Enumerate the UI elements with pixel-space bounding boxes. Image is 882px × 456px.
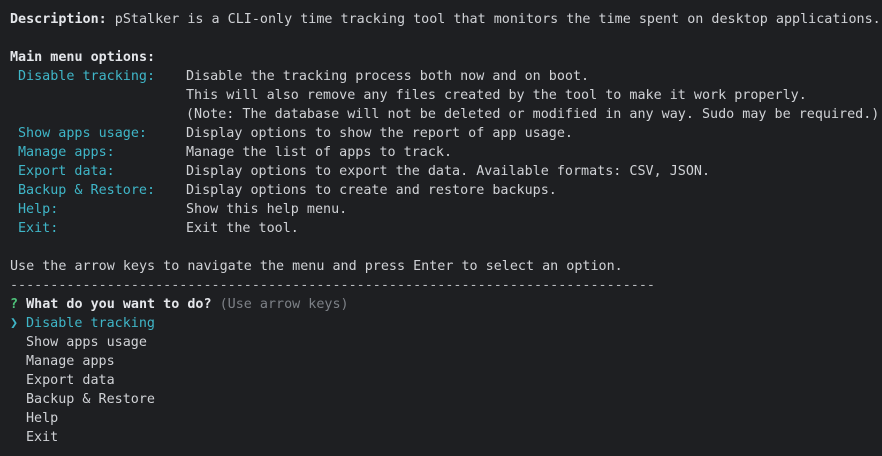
choice-export-data[interactable]: Export data [10,371,882,390]
menu-help-row-help: Help: Show this help menu. [10,200,882,219]
menu-help-option-name: Export data: [18,164,115,179]
menu-help-desc-note: (Note: The database will not be deleted … [186,107,880,122]
selection-pointer-icon: ❯ [10,316,19,331]
menu-help-row-export-data: Export data: Display options to export th… [10,162,882,181]
choice-manage-apps[interactable]: Manage apps [10,352,882,371]
description-label: Description: [10,12,107,27]
menu-help-row-manage-apps: Manage apps: Manage the list of apps to t… [10,143,882,162]
menu-help-option-desc: Show this help menu. [186,202,348,217]
menu-help-row-show-apps-usage: Show apps usage: Display options to show … [10,124,882,143]
prompt-line: ? What do you want to do? (Use arrow key… [10,295,882,314]
menu-help-option-name: Manage apps: [18,145,115,160]
menu-help-option-name: Disable tracking: [18,69,156,84]
choice-show-apps-usage[interactable]: Show apps usage [10,333,882,352]
menu-help-row-backup-restore: Backup & Restore: Display options to crea… [10,181,882,200]
main-menu-heading: Main menu options: [10,50,156,65]
choice-label: Disable tracking [26,316,155,331]
prompt-question-mark: ? [10,297,19,312]
menu-help-option-desc: Display options to create and restore ba… [186,183,557,198]
menu-help-option-name: Exit: [18,221,59,236]
menu-help-option-name: Help: [18,202,59,217]
menu-help-option-desc: Exit the tool. [186,221,299,236]
menu-help-option-desc: Disable the tracking process both now an… [186,69,590,84]
separator-line: ----------------------------------------… [10,278,655,293]
menu-help-row-disable-tracking: Disable tracking: Disable the tracking pr… [10,67,882,86]
menu-help-option-desc: Manage the list of apps to track. [186,145,453,160]
prompt-hint: (Use arrow keys) [219,297,349,312]
menu-help-option-desc: Display options to show the report of ap… [186,126,573,141]
menu-help-row-exit: Exit: Exit the tool. [10,219,882,238]
menu-help-option-name: Show apps usage: [18,126,147,141]
choice-exit[interactable]: Exit [10,428,882,447]
prompt-question: What do you want to do? [26,297,212,312]
menu-help-option-name: Backup & Restore: [18,183,156,198]
menu-help-desc-continuation: This will also remove any files created … [186,88,807,103]
terminal-window: Description: pStalker is a CLI-only time… [0,0,882,456]
menu-help-option-desc: Display options to export the data. Avai… [186,164,711,179]
choice-disable-tracking[interactable]: ❯ Disable tracking [10,314,882,333]
choice-help[interactable]: Help [10,409,882,428]
description-text: pStalker is a CLI-only time tracking too… [106,12,881,27]
navigation-instruction: Use the arrow keys to navigate the menu … [10,259,623,274]
choice-backup-restore[interactable]: Backup & Restore [10,390,882,409]
description-line: Description: pStalker is a CLI-only time… [10,10,882,29]
